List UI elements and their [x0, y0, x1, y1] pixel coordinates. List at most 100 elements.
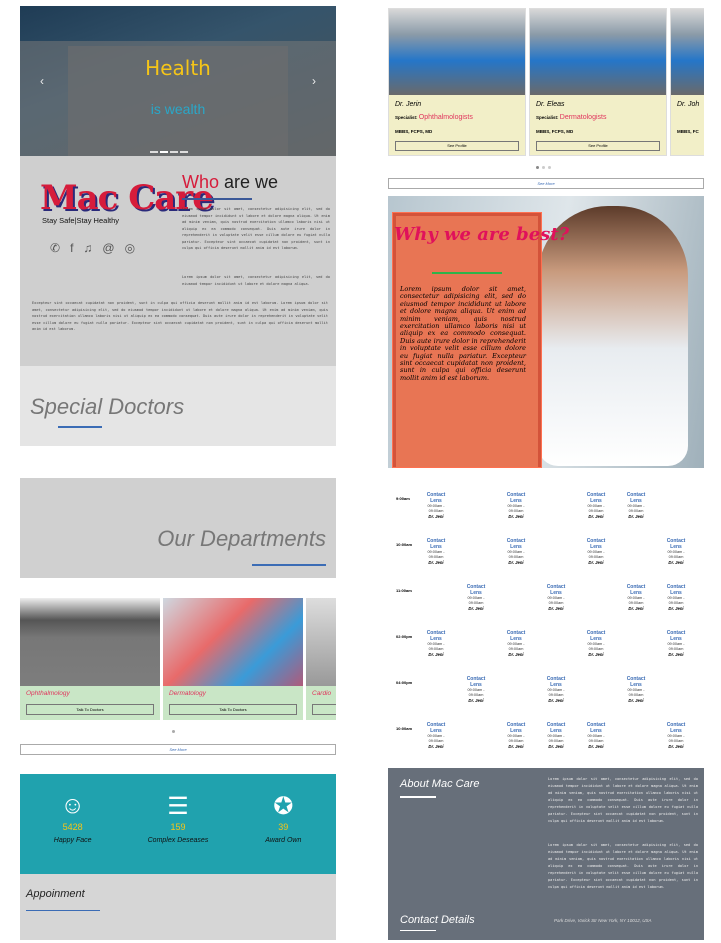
- facebook-icon[interactable]: f: [70, 241, 73, 255]
- doctor-photo: [530, 9, 666, 95]
- stat-value: 5428: [62, 822, 83, 832]
- slot-doctor: Dr. Jeni: [628, 606, 644, 611]
- department-image: [306, 598, 336, 686]
- department-image: [20, 598, 160, 686]
- slot-doctor: Dr. Jeni: [588, 652, 604, 657]
- stats-banner: ☺ 5428 Happy Face ☰ 159 Complex Deseases…: [20, 774, 336, 874]
- slot-doctor: Dr. Jeni: [428, 560, 444, 565]
- schedule-slot[interactable]: Contact Lens 09:00am -09:00am Dr. Jeni: [538, 722, 574, 749]
- slot-doctor: Dr. Jeni: [428, 652, 444, 657]
- talk-to-doctors-button[interactable]: Talk To Doctors: [26, 704, 154, 715]
- specialty-value: Dermatologists: [559, 114, 607, 121]
- schedule-table: 9:00am Contact Lens 09:00am -09:00am Dr. Jen…: [388, 484, 704, 766]
- carousel-indicators[interactable]: [150, 151, 188, 153]
- department-cards: Ophthalmology Talk To Doctors Dermatolog…: [20, 598, 336, 720]
- schedule-slot[interactable]: Contact Lens 09:00am -09:00am Dr. Jeni: [538, 676, 574, 703]
- schedule-slot[interactable]: Contact Lens 09:00am -09:00am Dr. Jeni: [658, 584, 694, 611]
- schedule-slot[interactable]: Contact Lens 09:00am -09:00am Dr. Jeni: [658, 630, 694, 657]
- doctor-name: Dr. Joh: [677, 101, 700, 108]
- schedule-slot[interactable]: Contact Lens 09:00am -09:00am Dr. Jeni: [538, 584, 574, 611]
- schedule-slot[interactable]: Contact Lens 09:00am -09:00am Dr. Jeni: [418, 630, 454, 657]
- twitter-icon[interactable]: ♫: [83, 241, 92, 255]
- who-paragraph-1: Lorem ipsum dolor sit amet, consectetur …: [182, 207, 330, 250]
- see-profile-button[interactable]: See Profile: [536, 141, 660, 151]
- schedule-slot[interactable]: Contact Lens 09:00am -09:00am Dr. Jeni: [418, 538, 454, 565]
- contact-underline: [400, 930, 436, 931]
- instagram-icon[interactable]: ◎: [125, 241, 135, 255]
- slot-doctor: Dr. Jeni: [548, 698, 564, 703]
- slot-doctor: Dr. Jeni: [508, 514, 524, 519]
- stat-item: ☺ 5428 Happy Face: [23, 774, 123, 874]
- title-underline: [400, 796, 436, 798]
- schedule-slot[interactable]: Contact Lens 09:00am -09:00am Dr. Jeni: [618, 676, 654, 703]
- slot-doctor: Dr. Jeni: [428, 744, 444, 749]
- schedule-slot[interactable]: Contact Lens 09:00am -09:00am Dr. Jeni: [498, 630, 534, 657]
- slot-doctor: Dr. Jeni: [588, 560, 604, 565]
- about-title: About Mac Care: [400, 778, 480, 790]
- schedule-slot[interactable]: Contact Lens 09:00am -09:00am Dr. Jeni: [458, 676, 494, 703]
- why-text: Lorem ipsum dolor sit amet, consectetur …: [400, 285, 526, 382]
- hero-subtitle: is wealth: [150, 101, 206, 117]
- schedule-slot[interactable]: Contact Lens 09:00am -09:00am Dr. Jeni: [658, 538, 694, 565]
- whatsapp-icon[interactable]: ✆: [50, 241, 60, 255]
- see-profile-button[interactable]: See Profile: [395, 141, 519, 151]
- carousel-next-icon[interactable]: ›: [312, 74, 316, 88]
- appointment-title: Appoinment: [26, 888, 85, 900]
- stat-label: Complex Deseases: [147, 837, 209, 844]
- talk-to-doctors-button[interactable]: [312, 704, 336, 715]
- stat-value: 39: [278, 822, 289, 832]
- smile-icon: ☺: [60, 792, 85, 819]
- hero-carousel: Health is wealth ‹ ›: [20, 6, 336, 156]
- section-heading: Who are we: [182, 172, 278, 193]
- schedule-slot[interactable]: Contact Lens 09:00am -09:00am Dr. Jeni: [618, 492, 654, 519]
- slot-doctor: Dr. Jeni: [668, 652, 684, 657]
- doctor-name: Dr. Jerin: [395, 101, 422, 108]
- page-2: Dr. Jerin Specialist: Ophthalmologists M…: [388, 6, 704, 468]
- doctor-card: Dr. Eleas Specialist: Dermatologists MBB…: [529, 8, 667, 156]
- carousel-indicators[interactable]: [536, 166, 551, 169]
- departments-title: Our Departments: [157, 526, 326, 551]
- see-more-button[interactable]: See More: [20, 744, 336, 755]
- schedule-slot[interactable]: Contact Lens 09:00am -09:00am Dr. Jeni: [418, 492, 454, 519]
- talk-to-doctors-button[interactable]: Talk To Doctors: [169, 704, 297, 715]
- schedule-slot[interactable]: Contact Lens 09:00am -09:00am Dr. Jeni: [578, 722, 614, 749]
- time-label: 10:00am: [396, 726, 413, 731]
- heading-underline: [182, 198, 252, 200]
- page-1: Health is wealth ‹ › Mac Care Stay Safe|…: [20, 6, 336, 468]
- schedule-slot[interactable]: Contact Lens 09:00am -09:00am Dr. Jeni: [578, 492, 614, 519]
- carousel-prev-icon[interactable]: ‹: [40, 74, 44, 88]
- department-card: Ophthalmology Talk To Doctors: [20, 598, 160, 720]
- slot-doctor: Dr. Jeni: [588, 744, 604, 749]
- slot-doctor: Dr. Jeni: [468, 606, 484, 611]
- time-label: 9:00am: [396, 496, 410, 501]
- schedule-slot[interactable]: Contact Lens 09:00am -09:00am Dr. Jeni: [458, 584, 494, 611]
- stat-item: ✪ 39 Award Own: [233, 774, 333, 874]
- time-label: 10:00am: [396, 542, 413, 547]
- schedule-slot[interactable]: Contact Lens 09:00am -09:00am Dr. Jeni: [658, 722, 694, 749]
- list-icon: ☰: [167, 793, 189, 820]
- schedule-slot[interactable]: Contact Lens 09:00am -09:00am Dr. Jeni: [578, 630, 614, 657]
- department-name: Ophthalmology: [26, 690, 70, 697]
- specialty-label: Specialist:: [395, 115, 418, 120]
- email-icon[interactable]: @: [102, 241, 114, 255]
- slot-doctor: Dr. Jeni: [428, 514, 444, 519]
- see-more-button[interactable]: See More: [388, 178, 704, 189]
- doctor-name: Dr. Eleas: [536, 101, 565, 108]
- why-title: Why we are best?: [394, 224, 570, 245]
- stat-label: Happy Face: [53, 837, 92, 844]
- schedule-slot[interactable]: Contact Lens 09:00am -09:00am Dr. Jeni: [498, 538, 534, 565]
- why-we-are-best-section: Why we are best? Lorem ipsum dolor sit a…: [388, 196, 704, 468]
- schedule-slot[interactable]: Contact Lens 09:00am -09:00am Dr. Jeni: [578, 538, 614, 565]
- award-icon: ✪: [273, 793, 294, 820]
- department-name: Cardio: [312, 690, 332, 697]
- tagline: Stay Safe|Stay Healthy: [42, 216, 119, 225]
- slot-doctor: Dr. Jeni: [508, 744, 524, 749]
- doctor-photo: [389, 9, 525, 95]
- schedule-slot[interactable]: Contact Lens 09:00am -09:00am Dr. Jeni: [618, 584, 654, 611]
- schedule-slot[interactable]: Contact Lens 09:00am -09:00am Dr. Jeni: [498, 722, 534, 749]
- department-name: Dermatology: [169, 690, 206, 697]
- schedule-slot[interactable]: Contact Lens 09:00am -09:00am Dr. Jeni: [418, 722, 454, 749]
- schedule-slot[interactable]: Contact Lens 09:00am -09:00am Dr. Jeni: [498, 492, 534, 519]
- who-paragraph-3: Excepteur sint occaecat cupidatat non pr…: [32, 301, 328, 331]
- carousel-indicator[interactable]: [172, 730, 175, 733]
